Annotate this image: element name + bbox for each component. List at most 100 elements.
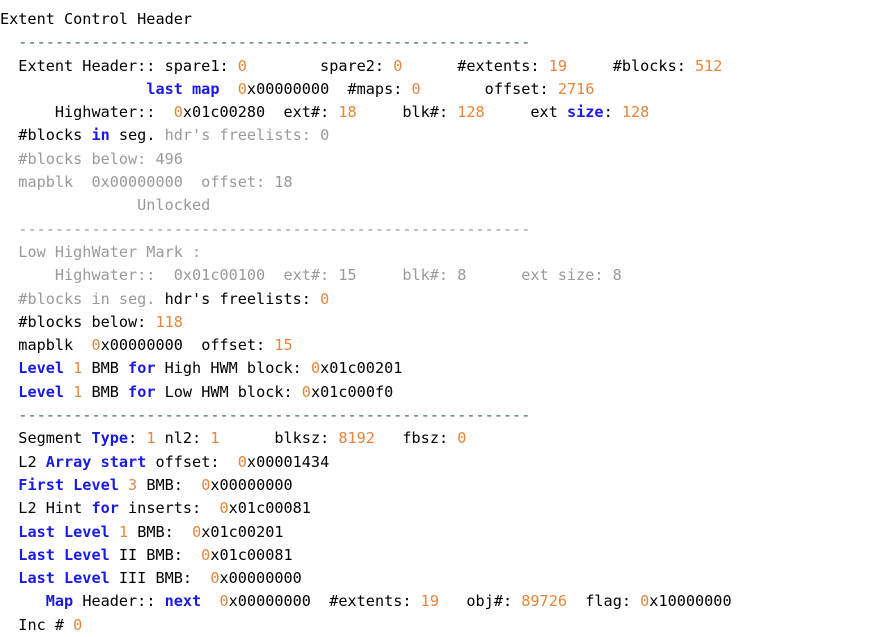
dump-line-title: Extent Control Header [0,8,886,31]
token-n: 0 [237,56,247,75]
token-p: #blocks: [566,56,695,75]
token-g: Unlocked [18,196,211,215]
token-k: Level [18,359,65,378]
token-n: 0 [219,592,229,611]
dump-line-blocks-below-high: #blocks below: 496 [0,148,886,171]
token-n: 3 [128,475,138,494]
token-n: 1 [210,429,220,448]
token-k: Level [18,382,65,401]
token-n: 0 [457,429,467,448]
token-p: #blocks [18,126,92,145]
token-p: flag: [566,592,641,611]
token-k: for [128,359,156,378]
token-p: BMB: [137,475,202,494]
token-k: for [128,382,156,401]
token-p: blk#: [356,103,458,122]
dump-line-last-map: last map 0x00000000 #maps: 0 offset: 271… [0,78,886,101]
token-p: Extent Header:: spare1: [18,56,238,75]
token-p: #extents: [402,56,549,75]
token-p: Header:: [73,592,165,611]
token-n: 2716 [557,79,595,98]
token-p: III BMB: [109,569,211,588]
token-p: fbsz: [374,429,458,448]
token-sep-green: ----------------------------------------… [18,406,531,425]
token-n: 0 [173,103,183,122]
dump-line-extent-header: Extent Header:: spare1: 0 spare2: 0 #ext… [0,55,886,78]
token-k: Map [45,592,74,611]
token-k: Last Level [18,522,110,541]
token-k: next [164,592,202,611]
token-g: #blocks in seg. [18,289,165,308]
dump-line-unlocked: Unlocked [0,194,886,217]
token-p: mapblk [18,336,92,355]
dump-line-highwater-high: Highwater:: 0x01c00280 ext#: 18 blk#: 12… [0,101,886,124]
token-sep-gray: ----------------------------------------… [18,219,531,238]
token-p: hdr's freelists: [164,289,321,308]
dump-line-level-bmb-low: Level 1 BMB for Low HWM block: 0x01c000f… [0,381,886,404]
dump-line-last-level-3-bmb: Last Level III BMB: 0x00000000 [0,567,886,590]
token-n: 0 [237,452,247,471]
token-p [18,592,45,610]
dump-line-inc-num: Inc # 0 [0,614,886,637]
dump-line-last-level-1-bmb: Last Level 1 BMB: 0x01c00201 [0,521,886,544]
token-p: BMB [82,382,129,401]
token-p: #blocks below: [18,312,156,331]
token-p: x01c00081 [210,545,293,564]
dump-line-first-level-bmb: First Level 3 BMB: 0x00000000 [0,474,886,497]
token-n: 0 [192,522,202,541]
token-p: Highwater:: [18,103,174,122]
dump-line-map-header: Map Header:: next 0x00000000 #extents: 1… [0,590,886,613]
token-k: Last Level [18,569,110,588]
token-p: x01c000f0 [310,382,394,401]
token-p: x00000000 [210,475,293,494]
token-p: x01c00280 [182,103,266,122]
token-n: 128 [457,103,485,122]
token-p: : [128,429,147,448]
token-p: x01c00201 [320,359,403,378]
token-p: x01c00081 [228,499,311,518]
token-n: 1 [118,522,129,541]
token-p: ext [484,103,567,122]
token-p: x00001434 [246,452,330,471]
token-p: : [603,103,622,122]
token-p: #maps: [329,79,412,98]
token-p: ext#: [265,103,339,122]
token-n: 1 [73,359,83,378]
token-n: 15 [274,336,293,355]
token-n: 0 [301,382,311,401]
dump-line-rule-1: ----------------------------------------… [0,31,886,54]
token-p [119,476,128,494]
token-g: #blocks below: 496 [18,149,183,168]
token-p: High HWM block: [155,359,311,378]
dump-line-l2-array-start: L2 Array start offset: 0x00001434 [0,451,886,474]
token-n: 0 [219,499,229,518]
token-p: L2 Hint [18,499,92,518]
token-p: x00000000 [219,569,302,588]
token-n: 89726 [521,592,567,611]
token-p: blksz: [219,429,339,448]
token-n: 0 [237,79,247,98]
token-k: Last Level [18,545,110,564]
token-n: 19 [548,56,567,75]
token-p: offset: [420,79,558,98]
token-n: 128 [621,103,650,122]
token-n: 0 [201,545,211,564]
token-p [219,80,237,98]
